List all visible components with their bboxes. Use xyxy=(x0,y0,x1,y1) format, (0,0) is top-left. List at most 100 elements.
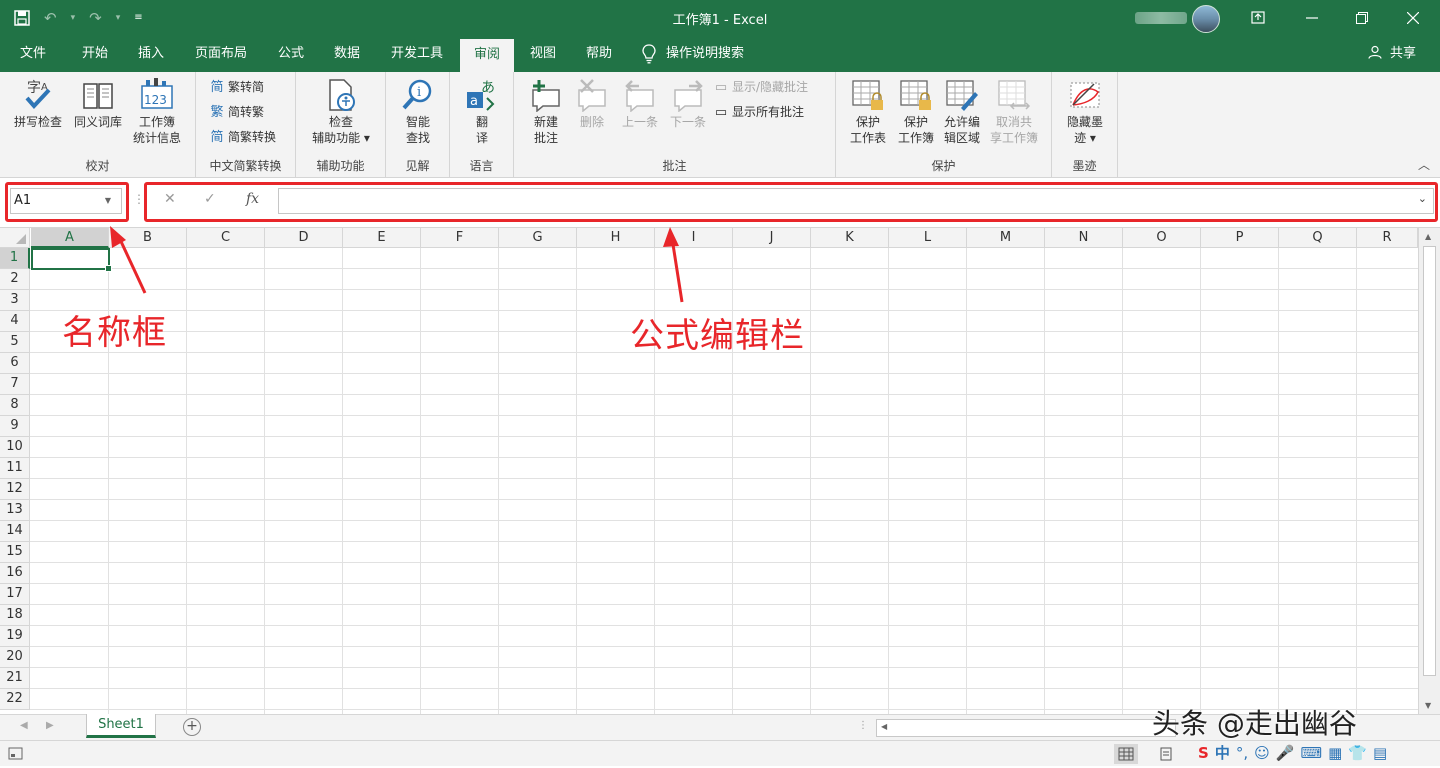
row-header[interactable]: 18 xyxy=(0,605,30,626)
tab-file[interactable]: 文件 xyxy=(8,36,58,72)
column-header[interactable]: P xyxy=(1201,228,1279,248)
prev-sheet-icon[interactable]: ◀ xyxy=(20,720,28,731)
workbook-statistics-button[interactable]: 123 工作簿 统计信息 xyxy=(126,78,188,146)
tab-view[interactable]: 视图 xyxy=(518,36,568,72)
next-comment-button[interactable]: 下一条 xyxy=(664,78,712,130)
check-accessibility-button[interactable]: 检查 辅助功能 ▾ xyxy=(302,78,380,146)
chinese-conversion-button[interactable]: 简简繁转换 xyxy=(208,126,276,148)
column-header[interactable]: L xyxy=(889,228,967,248)
show-all-comments-button[interactable]: ▭ 显示所有批注 xyxy=(712,101,804,123)
smart-lookup-button[interactable]: i 智能 查找 xyxy=(394,78,442,146)
row-header[interactable]: 20 xyxy=(0,647,30,668)
select-all-corner[interactable] xyxy=(0,228,30,248)
simplified-to-traditional-button[interactable]: 繁简转繁 xyxy=(208,101,264,123)
column-header[interactable]: K xyxy=(811,228,889,248)
menu-icon[interactable]: ▤ xyxy=(1373,744,1387,762)
column-header[interactable]: D xyxy=(265,228,343,248)
column-header[interactable]: O xyxy=(1123,228,1201,248)
keyboard-icon[interactable]: ⌨ xyxy=(1300,744,1322,762)
tab-formulas[interactable]: 公式 xyxy=(266,36,316,72)
minimize-icon[interactable] xyxy=(1297,6,1327,32)
scroll-up-icon[interactable]: ▲ xyxy=(1425,232,1431,241)
close-icon[interactable] xyxy=(1398,6,1428,32)
row-header[interactable]: 11 xyxy=(0,458,30,479)
tab-help[interactable]: 帮助 xyxy=(574,36,624,72)
share-button[interactable]: 共享 xyxy=(1368,36,1416,72)
column-header[interactable]: Q xyxy=(1279,228,1357,248)
microphone-icon[interactable]: 🎤 xyxy=(1276,744,1295,762)
row-header[interactable]: 22 xyxy=(0,689,30,710)
row-header[interactable]: 15 xyxy=(0,542,30,563)
row-header[interactable]: 10 xyxy=(0,437,30,458)
row-header[interactable]: 17 xyxy=(0,584,30,605)
row-header[interactable]: 8 xyxy=(0,395,30,416)
macro-recording-icon[interactable] xyxy=(8,746,24,765)
column-header[interactable]: R xyxy=(1357,228,1418,248)
row-header[interactable]: 16 xyxy=(0,563,30,584)
tab-insert[interactable]: 插入 xyxy=(126,36,176,72)
page-layout-view-icon[interactable] xyxy=(1158,746,1174,765)
row-header[interactable]: 14 xyxy=(0,521,30,542)
row-header[interactable]: 6 xyxy=(0,353,30,374)
toolbox-icon[interactable]: ▦ xyxy=(1328,744,1342,762)
column-header[interactable]: E xyxy=(343,228,421,248)
column-header[interactable]: N xyxy=(1045,228,1123,248)
scroll-down-icon[interactable]: ▼ xyxy=(1425,701,1431,710)
normal-view-icon[interactable] xyxy=(1114,744,1138,764)
column-header[interactable]: H xyxy=(577,228,655,248)
row-header[interactable]: 2 xyxy=(0,269,30,290)
row-header[interactable]: 9 xyxy=(0,416,30,437)
protect-workbook-button[interactable]: 保护 工作簿 xyxy=(892,78,940,146)
next-sheet-icon[interactable]: ▶ xyxy=(46,720,54,731)
unshare-workbook-button[interactable]: 取消共 享工作簿 xyxy=(984,78,1044,146)
sogou-s-icon[interactable]: S xyxy=(1198,744,1209,762)
delete-comment-button[interactable]: 删除 xyxy=(572,78,612,130)
column-header[interactable]: G xyxy=(499,228,577,248)
tab-data[interactable]: 数据 xyxy=(322,36,372,72)
allow-edit-ranges-button[interactable]: 允许编 辑区域 xyxy=(938,78,986,146)
row-header[interactable]: 1 xyxy=(0,248,30,269)
scroll-left-icon[interactable]: ◀ xyxy=(881,722,887,731)
scroll-thumb[interactable] xyxy=(1423,246,1436,676)
thesaurus-button[interactable]: 同义词库 xyxy=(68,78,128,130)
emoji-icon[interactable]: ☺ xyxy=(1254,744,1270,762)
row-header[interactable]: 13 xyxy=(0,500,30,521)
show-hide-comment-button[interactable]: ▭ 显示/隐藏批注 xyxy=(712,76,808,98)
skin-icon[interactable]: 👕 xyxy=(1348,744,1367,762)
ime-mode[interactable]: 中 xyxy=(1215,742,1230,763)
tab-split-handle-icon[interactable]: ⋮ xyxy=(858,720,868,731)
active-cell[interactable] xyxy=(31,248,112,272)
translate-button[interactable]: aあ 翻 译 xyxy=(460,78,504,146)
horizontal-scrollbar[interactable]: ◀ xyxy=(876,719,1176,737)
traditional-to-simplified-button[interactable]: 简繁转简 xyxy=(208,76,264,98)
add-sheet-icon[interactable]: + xyxy=(183,718,201,736)
vertical-scrollbar[interactable]: ▲ ▼ xyxy=(1418,228,1440,714)
column-header[interactable]: I xyxy=(655,228,733,248)
punctuation-icon[interactable]: °, xyxy=(1236,744,1248,762)
row-header[interactable]: 21 xyxy=(0,668,30,689)
previous-comment-button[interactable]: 上一条 xyxy=(616,78,664,130)
column-header[interactable]: J xyxy=(733,228,811,248)
row-header[interactable]: 5 xyxy=(0,332,30,353)
column-header[interactable]: F xyxy=(421,228,499,248)
worksheet-grid[interactable]: ▲ ▼ A B C D E F G H I J K L M N O P Q R 1 2 3 4 5 6 7 8 9 10 11 12 13 1… xyxy=(0,228,1440,714)
row-header[interactable]: 19 xyxy=(0,626,30,647)
column-header[interactable]: M xyxy=(967,228,1045,248)
avatar[interactable] xyxy=(1192,5,1220,33)
row-header[interactable]: 12 xyxy=(0,479,30,500)
spelling-button[interactable]: 字A 拼写检查 xyxy=(8,78,68,130)
hide-ink-button[interactable]: 隐藏墨 迹 ▾ xyxy=(1058,78,1112,146)
tab-review[interactable]: 审阅 xyxy=(460,39,514,72)
restore-icon[interactable] xyxy=(1347,6,1377,32)
column-header[interactable]: B xyxy=(109,228,187,248)
tab-home[interactable]: 开始 xyxy=(70,36,120,72)
row-header[interactable]: 4 xyxy=(0,311,30,332)
row-header[interactable]: 7 xyxy=(0,374,30,395)
column-header[interactable]: C xyxy=(187,228,265,248)
tab-developer[interactable]: 开发工具 xyxy=(382,36,452,72)
new-comment-button[interactable]: 新建 批注 xyxy=(524,78,568,146)
ribbon-display-options-icon[interactable] xyxy=(1243,6,1273,33)
sheet-tab[interactable]: Sheet1 xyxy=(86,714,156,738)
protect-sheet-button[interactable]: 保护 工作表 xyxy=(844,78,892,146)
column-header[interactable]: A xyxy=(31,228,109,248)
